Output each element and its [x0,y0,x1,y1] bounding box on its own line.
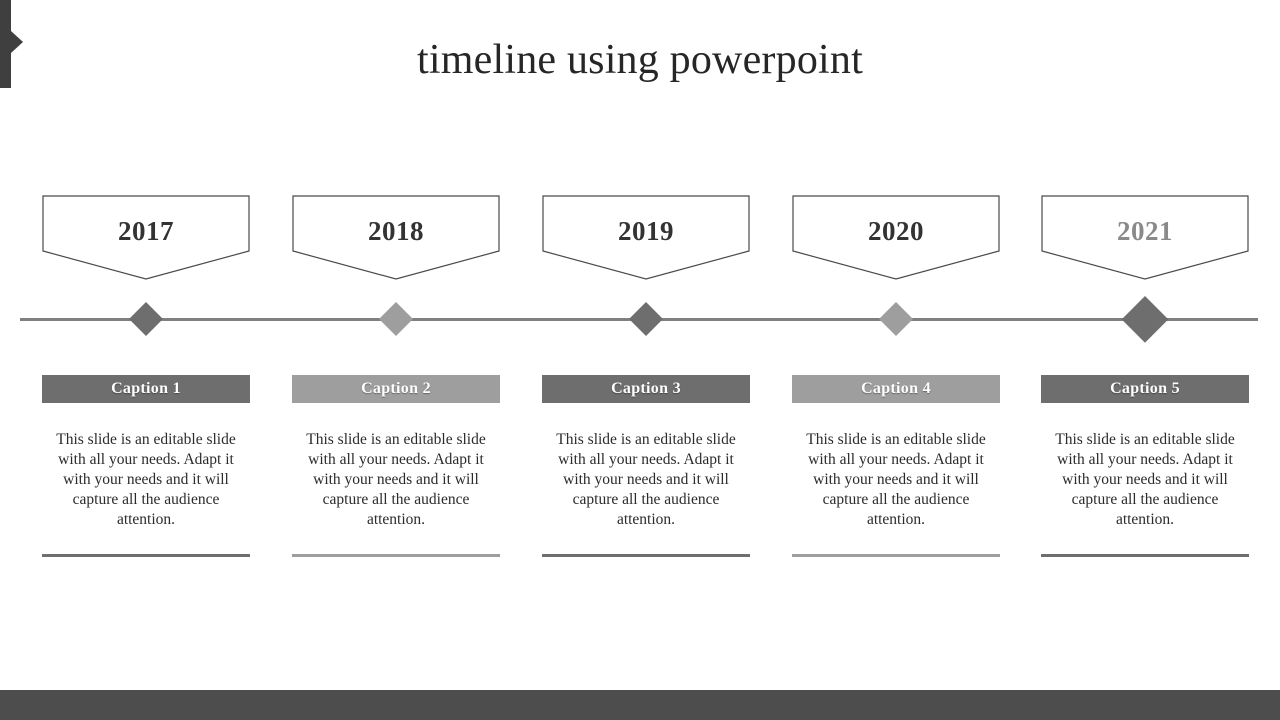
year-badge[interactable]: 2018 [292,195,500,280]
milestone-underline [42,554,250,557]
milestone-column: 2019 Caption 3 This slide is an editable s… [542,0,750,720]
milestone-body-text: This slide is an editable slide with all… [56,431,236,528]
milestone-underline [792,554,1000,557]
milestone-underline [1041,554,1249,557]
caption-label: Caption 5 [1110,380,1180,397]
diamond-shape [879,302,913,336]
caption-label: Caption 3 [611,380,681,397]
year-badge[interactable]: 2020 [792,195,1000,280]
milestone-column: 2018 Caption 2 This slide is an editable s… [292,0,500,720]
caption-bar[interactable]: Caption 2 [292,375,500,403]
milestone-underline [292,554,500,557]
milestone-column: 2017 Caption 1 This slide is an editable s… [42,0,250,720]
footer-band [0,690,1280,720]
milestone-body-text: This slide is an editable slide with all… [806,431,986,528]
diamond-shape [379,302,413,336]
caption-label: Caption 1 [111,380,181,397]
caption-bar[interactable]: Caption 5 [1041,375,1249,403]
caption-bar[interactable]: Caption 4 [792,375,1000,403]
milestone-column: 2020 Caption 4 This slide is an editable s… [792,0,1000,720]
caption-label: Caption 2 [361,380,431,397]
caption-bar[interactable]: Caption 1 [42,375,250,403]
year-label: 2020 [868,216,924,246]
milestone-column: 2021 Caption 5 This slide is an editable s… [1041,0,1249,720]
milestone-body-text: This slide is an editable slide with all… [556,431,736,528]
milestone-body-text: This slide is an editable slide with all… [1055,431,1235,528]
caption-bar[interactable]: Caption 3 [542,375,750,403]
milestone-underline [542,554,750,557]
year-badge[interactable]: 2021 [1041,195,1249,280]
diamond-shape [1122,296,1168,342]
caption-label: Caption 4 [861,380,931,397]
milestone-body-text: This slide is an editable slide with all… [306,431,486,528]
year-label: 2018 [368,216,424,246]
year-label: 2019 [618,216,674,246]
diamond-shape [129,302,163,336]
year-label: 2017 [118,216,174,246]
year-badge[interactable]: 2019 [542,195,750,280]
year-badge[interactable]: 2017 [42,195,250,280]
timeline-columns: 2017 Caption 1 This slide is an editable s… [0,0,1280,720]
diamond-shape [629,302,663,336]
year-label: 2021 [1117,216,1173,246]
